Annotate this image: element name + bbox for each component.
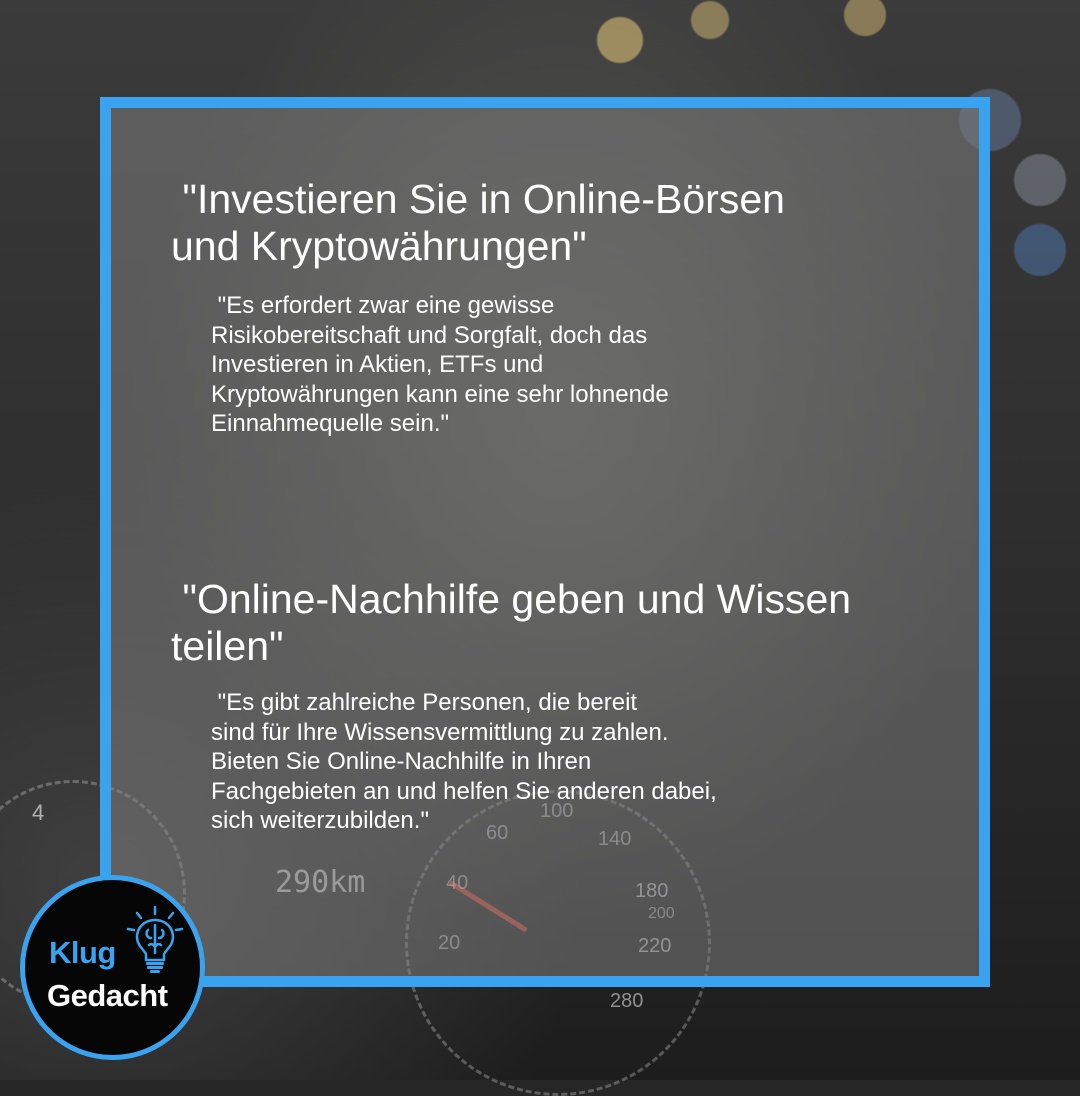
card1-heading: "Investieren Sie in Online-Börsen und Kr… <box>171 176 785 269</box>
logo-word-klug: Klug <box>49 935 116 970</box>
speed-mark: 280 <box>610 990 644 1012</box>
klug-gedacht-logo: Klug Gedacht <box>20 875 205 1060</box>
card2-heading: "Online-Nachhilfe geben und Wissen teile… <box>171 576 852 669</box>
logo-word-gedacht: Gedacht <box>47 978 168 1013</box>
rpm-mark: 4 <box>32 800 45 825</box>
card2-body: "Es gibt zahlreiche Personen, die bereit… <box>211 689 717 834</box>
card1-body: "Es erfordert zwar eine gewisse Risikobe… <box>211 292 669 437</box>
content-panel: "Investieren Sie in Online-Börsen und Kr… <box>100 97 990 987</box>
lightbulb-brain-icon <box>126 905 184 973</box>
